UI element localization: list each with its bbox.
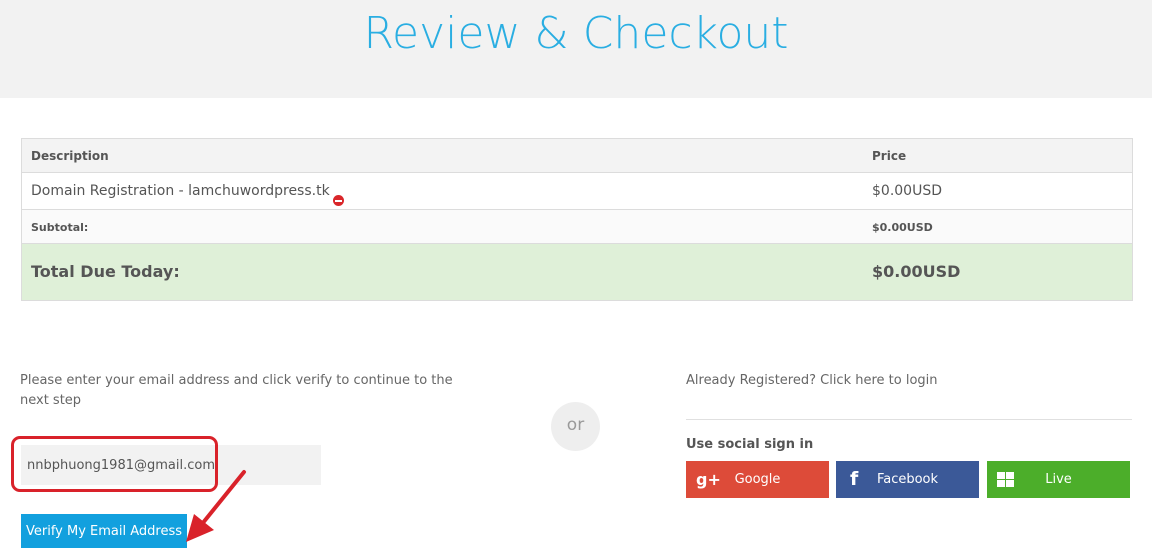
total-row: Total Due Today: $0.00USD (22, 244, 1132, 300)
total-value: $0.00USD (872, 262, 961, 281)
facebook-icon: f (850, 468, 859, 490)
page-title: Review & Checkout (363, 8, 789, 59)
subtotal-value: $0.00USD (872, 221, 933, 234)
or-separator: or (551, 402, 600, 451)
social-sign-in-title: Use social sign in (686, 437, 814, 452)
google-plus-icon: g+ (696, 470, 721, 489)
cart-summary-table: Description Price Domain Registration - … (21, 138, 1133, 301)
email-instruction: Please enter your email address and clic… (20, 373, 453, 408)
divider (686, 419, 1132, 420)
item-price: $0.00USD (872, 183, 942, 199)
facebook-label: Facebook (876, 472, 939, 487)
column-header-price: Price (872, 149, 907, 163)
subtotal-label: Subtotal: (31, 221, 89, 234)
live-label: Live (1045, 472, 1072, 487)
subtotal-row: Subtotal: $0.00USD (22, 210, 1132, 244)
item-description-cell: Domain Registration - lamchuwordpress.tk (31, 183, 344, 206)
google-sign-in-button[interactable]: g+ Google (686, 461, 829, 498)
windows-icon (997, 472, 1014, 487)
email-field[interactable] (21, 445, 321, 485)
login-link[interactable]: Already Registered? Click here to login (686, 373, 938, 388)
page-header: Review & Checkout (0, 0, 1152, 98)
verify-email-button[interactable]: Verify My Email Address (21, 514, 187, 548)
total-label: Total Due Today: (31, 262, 180, 281)
column-header-description: Description (31, 149, 109, 163)
facebook-sign-in-button[interactable]: f Facebook (836, 461, 979, 498)
live-sign-in-button[interactable]: Live (987, 461, 1130, 498)
item-description: Domain Registration - lamchuwordpress.tk (31, 183, 330, 199)
table-header-row: Description Price (22, 139, 1132, 173)
google-label: Google (734, 472, 781, 487)
table-row: Domain Registration - lamchuwordpress.tk… (22, 173, 1132, 210)
remove-icon[interactable] (332, 195, 344, 206)
